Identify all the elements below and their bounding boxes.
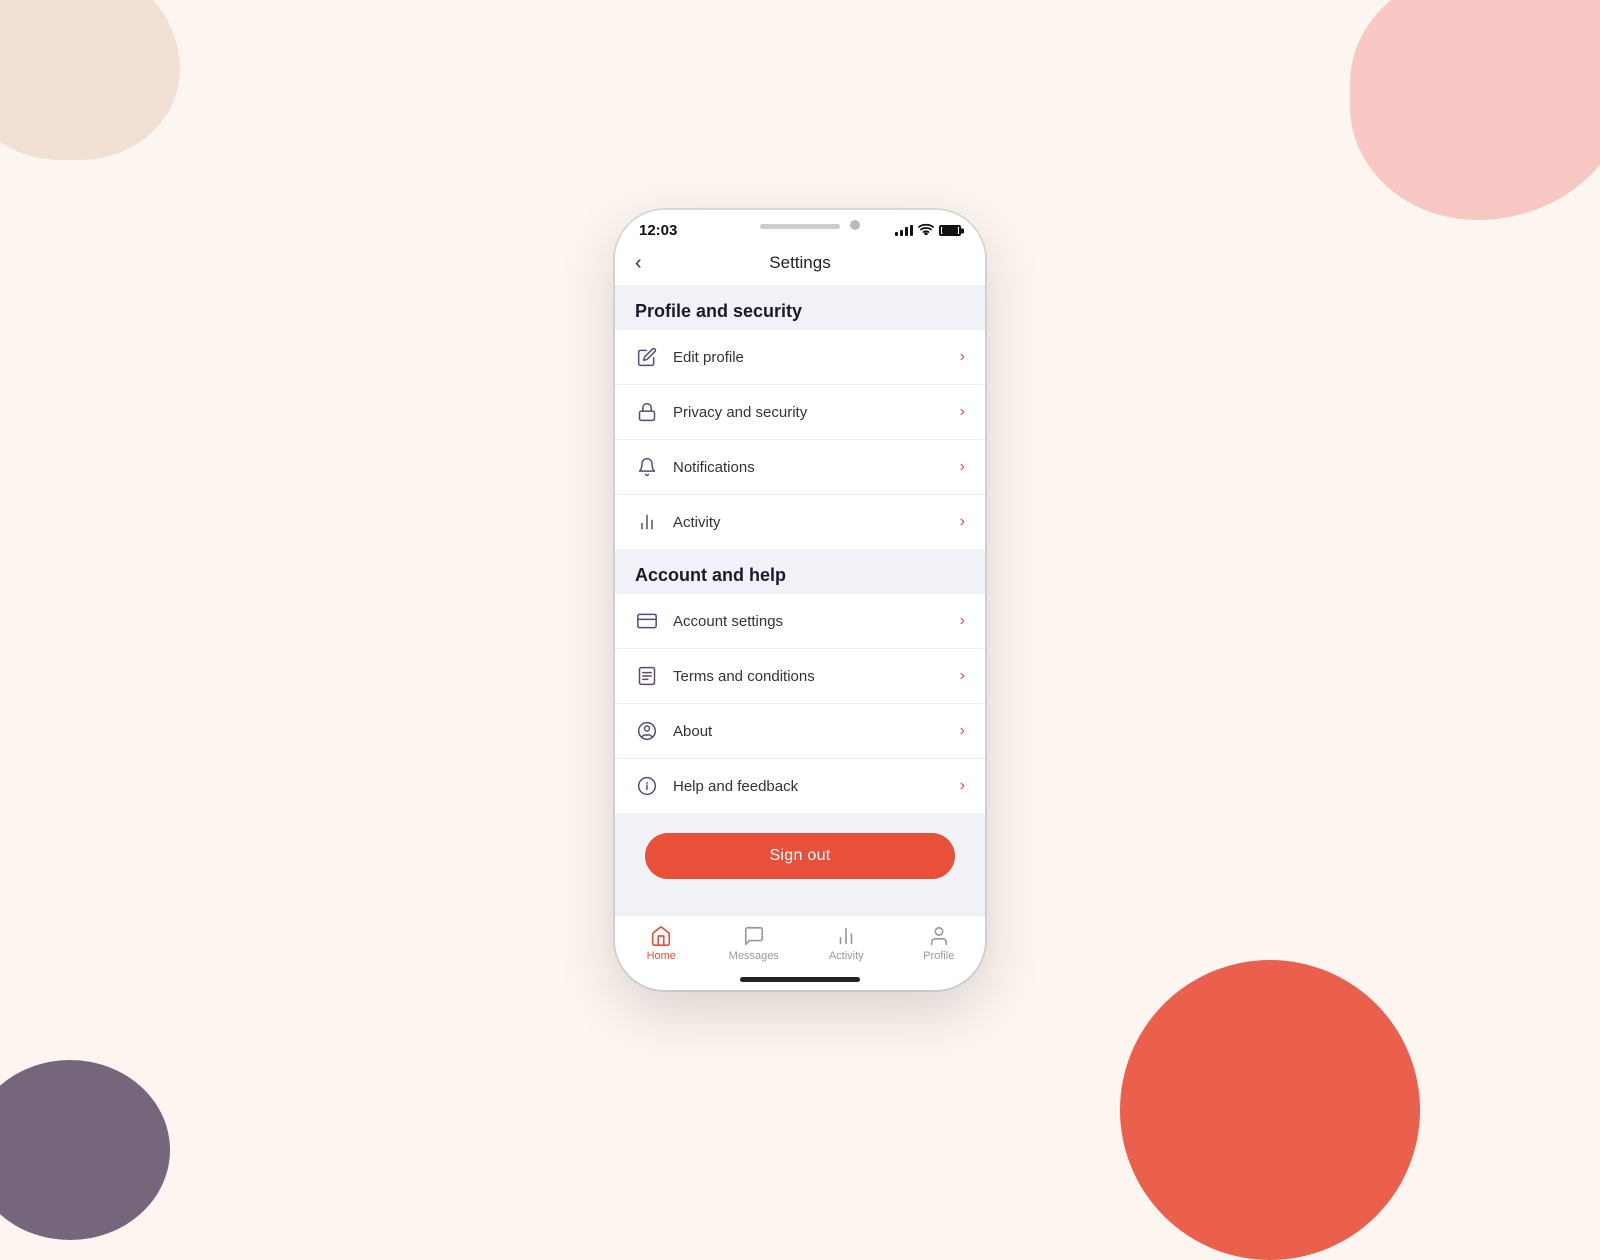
signout-container: Sign out	[615, 813, 985, 899]
status-icons	[895, 223, 961, 238]
signal-bar-2	[900, 230, 903, 236]
notifications-label: Notifications	[673, 459, 960, 476]
chevron-terms: ›	[960, 667, 965, 685]
menu-item-activity[interactable]: Activity ›	[615, 495, 985, 549]
menu-item-about[interactable]: About ›	[615, 704, 985, 759]
chart-icon	[635, 510, 659, 534]
profile-nav-label: Profile	[923, 950, 954, 962]
menu-item-account-settings[interactable]: Account settings ›	[615, 594, 985, 649]
bell-icon	[635, 455, 659, 479]
account-settings-label: Account settings	[673, 613, 960, 630]
menu-item-terms[interactable]: Terms and conditions ›	[615, 649, 985, 704]
chevron-about: ›	[960, 722, 965, 740]
signal-bar-3	[905, 227, 908, 236]
page-title: Settings	[769, 253, 830, 273]
privacy-security-label: Privacy and security	[673, 404, 960, 421]
activity-nav-icon	[834, 924, 858, 948]
phone-frame: 12:03 ‹ Settings	[615, 210, 985, 990]
activity-nav-label: Activity	[829, 950, 864, 962]
menu-group-profile: Edit profile › Privacy and security ›	[615, 330, 985, 549]
nav-item-activity[interactable]: Activity	[816, 924, 876, 962]
home-nav-icon	[649, 924, 673, 948]
menu-item-notifications[interactable]: Notifications ›	[615, 440, 985, 495]
doc-icon	[635, 664, 659, 688]
nav-header: ‹ Settings	[615, 245, 985, 285]
card-icon	[635, 609, 659, 633]
home-nav-label: Home	[647, 950, 676, 962]
menu-item-help[interactable]: Help and feedback ›	[615, 759, 985, 813]
person-circle-icon	[635, 719, 659, 743]
blob-bottom-right	[1120, 960, 1420, 1260]
nav-item-home[interactable]: Home	[631, 924, 691, 962]
menu-item-edit-profile[interactable]: Edit profile ›	[615, 330, 985, 385]
profile-nav-icon	[927, 924, 951, 948]
blob-bottom-left	[0, 1060, 170, 1240]
blob-top-right	[1350, 0, 1600, 220]
info-circle-icon	[635, 774, 659, 798]
home-bar	[615, 968, 985, 990]
blob-top-left	[0, 0, 180, 160]
messages-nav-label: Messages	[729, 950, 779, 962]
chevron-account: ›	[960, 612, 965, 630]
edit-profile-label: Edit profile	[673, 349, 960, 366]
chevron-help: ›	[960, 777, 965, 795]
notch-camera	[850, 220, 860, 230]
nav-item-profile[interactable]: Profile	[909, 924, 969, 962]
notch-pill	[760, 224, 840, 229]
chevron-edit-profile: ›	[960, 348, 965, 366]
about-label: About	[673, 723, 960, 740]
help-label: Help and feedback	[673, 778, 960, 795]
signal-bar-4	[910, 225, 913, 236]
menu-group-account: Account settings › Terms and conditions …	[615, 594, 985, 813]
wifi-icon	[918, 223, 934, 238]
home-bar-pill	[740, 977, 860, 982]
lock-icon	[635, 400, 659, 424]
status-time: 12:03	[639, 222, 677, 239]
nav-item-messages[interactable]: Messages	[724, 924, 784, 962]
menu-item-privacy-security[interactable]: Privacy and security ›	[615, 385, 985, 440]
section-header-account: Account and help	[615, 549, 985, 594]
terms-label: Terms and conditions	[673, 668, 960, 685]
battery-icon	[939, 225, 961, 236]
signal-bar-1	[895, 232, 898, 236]
signal-bars	[895, 225, 913, 236]
pencil-icon	[635, 345, 659, 369]
status-bar: 12:03	[615, 210, 985, 245]
bottom-nav: Home Messages Activity	[615, 915, 985, 968]
chevron-privacy: ›	[960, 403, 965, 421]
section-header-profile: Profile and security	[615, 285, 985, 330]
phone-content: Profile and security Edit profile ›	[615, 285, 985, 915]
messages-nav-icon	[742, 924, 766, 948]
signout-button[interactable]: Sign out	[645, 833, 955, 879]
chevron-activity: ›	[960, 513, 965, 531]
back-button[interactable]: ‹	[635, 252, 642, 275]
activity-label: Activity	[673, 514, 960, 531]
chevron-notifications: ›	[960, 458, 965, 476]
